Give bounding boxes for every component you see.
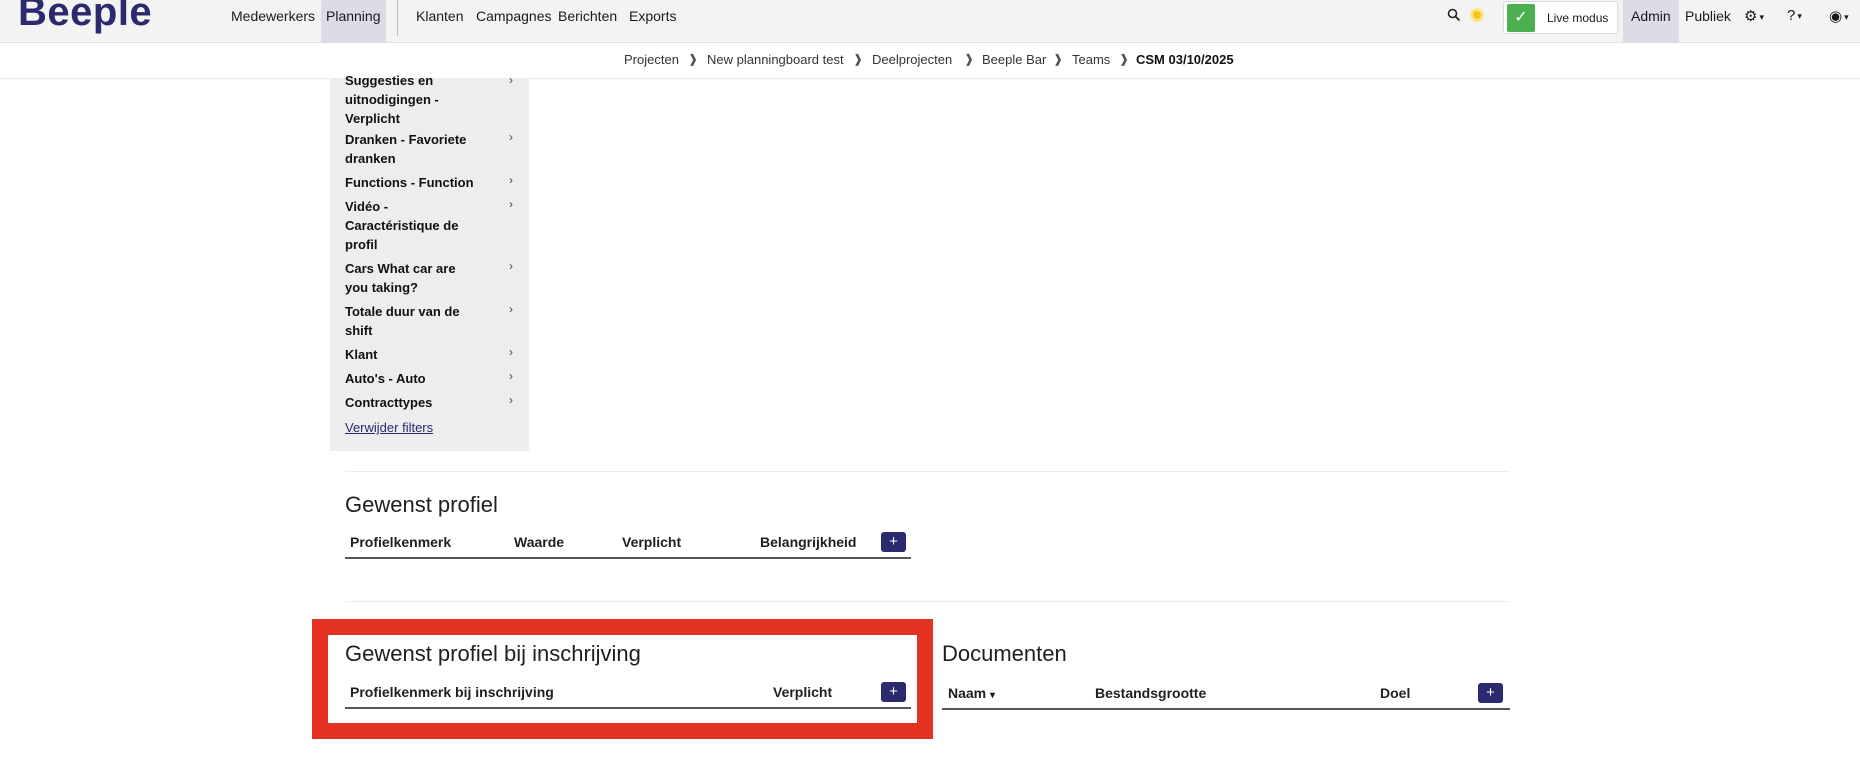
column-header-belangrijkheid: Belangrijkheid — [760, 534, 857, 550]
filter-label-line: Suggesties en — [345, 73, 434, 88]
breadcrumb-separator: ❱ — [853, 52, 864, 66]
breadcrumb-separator: ❱ — [964, 52, 975, 66]
admin-link[interactable]: Admin — [1623, 0, 1679, 43]
filter-item-contracttypes[interactable]: Contracttypes — [345, 393, 470, 412]
breadcrumb-separator: ❱ — [1119, 52, 1130, 66]
section-divider — [345, 471, 1510, 472]
live-mode-toggle[interactable]: ✓ Live modus — [1503, 1, 1618, 34]
breadcrumb-teams[interactable]: Teams — [1072, 52, 1110, 67]
filter-label-line: Caractéristique de — [345, 218, 459, 233]
filter-label-line: Dranken - Favoriete — [345, 132, 467, 147]
filter-label-line: dranken — [345, 151, 396, 166]
breadcrumb-projecten[interactable]: Projecten — [624, 52, 679, 67]
filter-label-line: Klant — [345, 347, 378, 362]
breadcrumb-planningboard[interactable]: New planningboard test — [707, 52, 844, 67]
naam-label: Naam — [948, 685, 987, 701]
check-icon: ✓ — [1507, 4, 1535, 32]
column-header-waarde: Waarde — [514, 534, 565, 550]
filter-label-line: Contracttypes — [345, 395, 433, 410]
column-header-bestandsgrootte: Bestandsgrootte — [1095, 685, 1207, 701]
chevron-right-icon: › — [509, 259, 513, 273]
chevron-right-icon: › — [509, 73, 513, 87]
filter-label-line: Functions - Function — [345, 175, 474, 190]
add-profielkenmerk-button[interactable]: + — [881, 532, 906, 552]
filter-label-line: Vidéo - — [345, 199, 389, 214]
add-document-button[interactable]: + — [1478, 683, 1503, 703]
gear-icon[interactable]: ⚙ ▾ — [1744, 7, 1764, 25]
filter-label-line: Auto's - Auto — [345, 371, 426, 386]
breadcrumb-separator: ❱ — [688, 52, 699, 66]
user-icon[interactable]: ◉ ▾ — [1829, 7, 1849, 25]
top-navbar: Beeple Medewerkers Planning Klanten Camp… — [0, 0, 1860, 43]
column-header-profielkenmerk: Profielkenmerk — [350, 534, 452, 550]
filter-item-video[interactable]: Vidéo - Caractéristique de profil — [345, 197, 470, 254]
highlight-annotation — [312, 619, 933, 739]
filter-item-cars[interactable]: Cars What car are you taking? — [345, 259, 470, 297]
filter-label-line: profil — [345, 237, 378, 252]
nav-divider — [397, 0, 398, 36]
documenten-title: Documenten — [942, 641, 1067, 666]
chevron-right-icon: › — [509, 197, 513, 211]
filter-item-klant[interactable]: Klant — [345, 345, 470, 364]
nav-medewerkers[interactable]: Medewerkers — [226, 0, 320, 43]
filter-item-totale-duur[interactable]: Totale duur van de shift — [345, 302, 470, 340]
column-header-verplicht: Verplicht — [622, 534, 682, 550]
table-header-underline — [345, 557, 911, 559]
app-root: Beeple Medewerkers Planning Klanten Camp… — [0, 0, 1860, 770]
breadcrumb: Projecten ❱ New planningboard test ❱ Dee… — [0, 44, 1860, 79]
nav-planning[interactable]: Planning — [321, 0, 386, 43]
help-icon[interactable]: ? ▾ — [1787, 7, 1802, 24]
filter-item-suggesties[interactable]: Suggesties en uitnodigingen - Verplicht — [345, 71, 470, 128]
column-header-naam[interactable]: Naam ▾ — [948, 685, 995, 701]
remove-filters-link[interactable]: Verwijder filters — [345, 420, 433, 435]
filter-item-autos[interactable]: Auto's - Auto — [345, 369, 470, 388]
beeple-logo[interactable]: Beeple — [18, 0, 152, 35]
column-header-doel: Doel — [1380, 685, 1411, 701]
filter-label-line: Cars What car are — [345, 261, 456, 276]
section-divider — [345, 601, 1510, 602]
filter-panel: Suggesties en uitnodigingen - Verplicht … — [330, 73, 529, 451]
nav-klanten[interactable]: Klanten — [411, 0, 468, 43]
filter-item-functions[interactable]: Functions - Function — [345, 173, 495, 192]
filter-item-dranken[interactable]: Dranken - Favoriete dranken — [345, 130, 470, 168]
filter-label-line: uitnodigingen - — [345, 92, 439, 107]
chevron-right-icon: › — [509, 345, 513, 359]
breadcrumb-current: CSM 03/10/2025 — [1136, 52, 1234, 67]
search-icon[interactable] — [1447, 8, 1461, 22]
breadcrumb-beeple-bar[interactable]: Beeple Bar — [982, 52, 1046, 67]
chevron-right-icon: › — [509, 369, 513, 383]
breadcrumb-separator: ❱ — [1053, 52, 1064, 66]
sort-caret-icon: ▾ — [990, 690, 996, 701]
gewenst-profiel-title: Gewenst profiel — [345, 492, 498, 517]
public-link[interactable]: Publiek — [1677, 0, 1739, 43]
nav-campagnes[interactable]: Campagnes — [471, 0, 557, 43]
chevron-right-icon: › — [509, 393, 513, 407]
table-header-underline — [942, 708, 1510, 710]
filter-label-line: you taking? — [345, 280, 418, 295]
filter-label-line: Verplicht — [345, 111, 400, 126]
chevron-right-icon: › — [509, 302, 513, 316]
chevron-right-icon: › — [509, 173, 513, 187]
filter-label-line: shift — [345, 323, 373, 338]
nav-berichten[interactable]: Berichten — [553, 0, 622, 43]
breadcrumb-deelprojecten[interactable]: Deelprojecten — [872, 52, 952, 67]
filter-label-line: Totale duur van de — [345, 304, 460, 319]
live-mode-label: Live modus — [1547, 11, 1609, 25]
nav-exports[interactable]: Exports — [624, 0, 681, 43]
theme-sun-icon[interactable] — [1470, 8, 1484, 22]
chevron-right-icon: › — [509, 130, 513, 144]
